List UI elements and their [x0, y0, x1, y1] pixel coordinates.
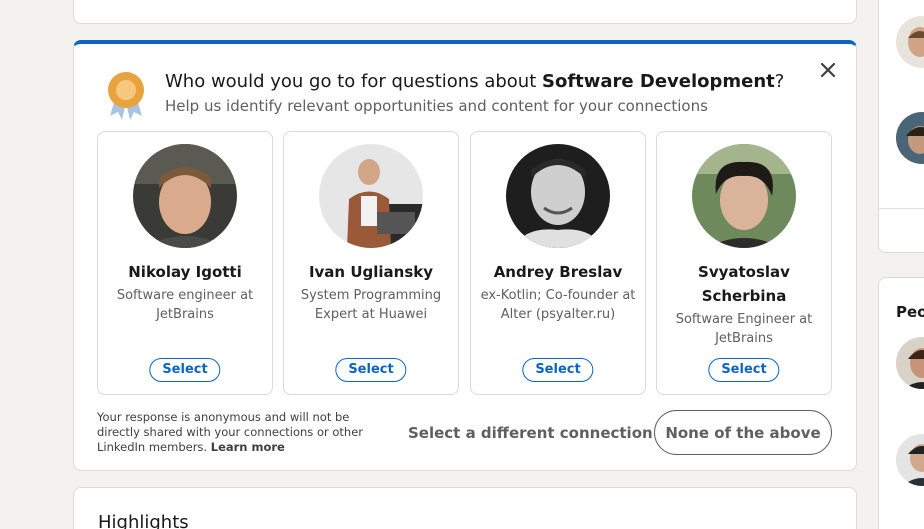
avatar[interactable] [896, 434, 924, 486]
anonymity-disclaimer: Your response is anonymous and will not … [97, 410, 377, 455]
person-card: Nikolay Igotti Software engineer at JetB… [97, 131, 273, 395]
person-card: Svyatoslav Scherbina Software Engineer a… [656, 131, 832, 395]
highlights-card: Highlights [73, 487, 857, 529]
avatar [319, 144, 423, 248]
survey-question: Who would you go to for questions about … [165, 71, 784, 92]
person-name: Nikolay Igotti [128, 263, 242, 281]
avatar[interactable] [896, 337, 924, 389]
award-medal-icon [108, 72, 144, 120]
avatar [506, 144, 610, 248]
highlights-title: Highlights [98, 512, 189, 529]
person-name: Andrey Breslav [493, 263, 623, 281]
right-rail-card [878, 0, 924, 253]
right-rail-section-label: Peo [896, 303, 924, 321]
survey-card: Who would you go to for questions about … [73, 40, 857, 471]
question-prefix: Who would you go to for questions about [165, 71, 542, 92]
person-title: System Programming Expert at Huawei [300, 288, 442, 322]
avatar [133, 144, 237, 248]
select-button[interactable]: Select [335, 358, 407, 382]
person-title: ex-Kotlin; Co-founder at Alter (psyalter… [480, 288, 636, 322]
previous-card [73, 0, 857, 24]
person-name: Ivan Ugliansky [308, 263, 434, 281]
avatar [692, 144, 796, 248]
survey-subtitle: Help us identify relevant opportunities … [165, 97, 708, 115]
learn-more-link[interactable]: Learn more [211, 440, 285, 454]
avatar[interactable] [896, 16, 924, 68]
person-title: Software engineer at JetBrains [116, 288, 254, 322]
close-icon[interactable] [818, 60, 838, 80]
person-title: Software Engineer at JetBrains [675, 312, 813, 346]
avatar[interactable] [896, 112, 924, 164]
person-card: Ivan Ugliansky System Programming Expert… [283, 131, 459, 395]
person-card: Andrey Breslav ex-Kotlin; Co-founder at … [470, 131, 646, 395]
person-name: Svyatoslav Scherbina [698, 263, 790, 305]
question-suffix: ? [774, 71, 785, 92]
select-button[interactable]: Select [708, 358, 780, 382]
select-button[interactable]: Select [149, 358, 221, 382]
question-topic: Software Development [541, 71, 775, 92]
select-different-connection-button[interactable]: Select a different connection [408, 424, 653, 442]
select-button[interactable]: Select [522, 358, 594, 382]
divider [879, 208, 924, 209]
none-of-the-above-button[interactable]: None of the above [654, 410, 832, 455]
right-rail-card: Peo [878, 277, 924, 529]
